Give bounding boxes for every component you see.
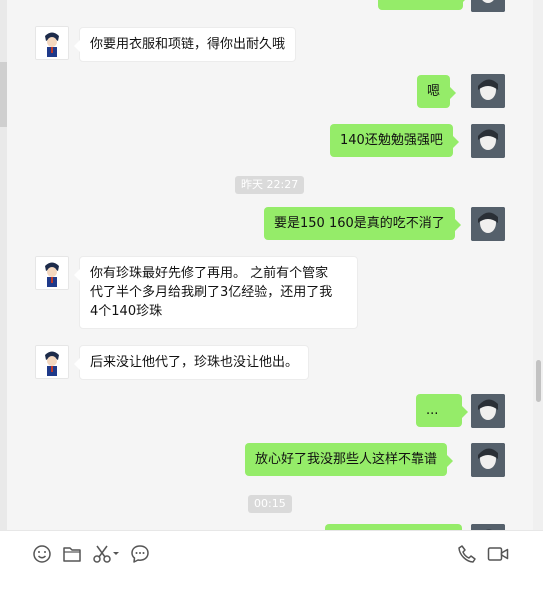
- scrollbar-thumb[interactable]: [536, 360, 541, 402]
- chat-scrollbar[interactable]: [533, 0, 543, 530]
- avatar-self[interactable]: [471, 124, 505, 158]
- scissors-icon[interactable]: [92, 543, 122, 565]
- chat-bubble-icon[interactable]: [128, 543, 152, 565]
- input-toolbar: [0, 530, 543, 591]
- message-line: 4个140珍珠: [90, 304, 163, 319]
- timestamp: 00:15: [248, 495, 292, 513]
- chat-bubble-self[interactable]: ...: [416, 394, 468, 427]
- message-line: 代了半个多月给我刷了3亿经验，还用了我: [90, 285, 333, 300]
- folder-icon[interactable]: [60, 543, 84, 565]
- chat-message-area: 你要用衣服和项链，得你出耐久哦 嗯 140还勉勉强强吧 昨天 22:27 要是1…: [0, 0, 533, 530]
- message-line: 你有珍珠最好先修了再用。 之前有个管家: [90, 266, 329, 281]
- timestamp: 昨天 22:27: [235, 176, 305, 194]
- video-icon[interactable]: [486, 543, 510, 565]
- avatar-contact[interactable]: [35, 345, 69, 379]
- avatar-self[interactable]: [471, 207, 505, 241]
- chat-bubble-self[interactable]: [378, 0, 469, 10]
- avatar-self[interactable]: [471, 0, 505, 12]
- chat-bubble-self[interactable]: 嗯: [417, 75, 457, 108]
- avatar-contact[interactable]: [35, 256, 69, 290]
- chat-bubble-contact[interactable]: 你要用衣服和项链，得你出耐久哦: [73, 27, 297, 62]
- chat-bubble-contact[interactable]: 后来没让他代了，珍珠也没让他出。: [73, 345, 310, 380]
- avatar-self[interactable]: [471, 443, 505, 477]
- avatar-contact[interactable]: [35, 26, 69, 60]
- avatar-self[interactable]: [471, 74, 505, 108]
- avatar-self[interactable]: [471, 394, 505, 428]
- emoji-icon[interactable]: [30, 543, 54, 565]
- chat-bubble-self[interactable]: 140还勉勉强强吧: [330, 124, 459, 157]
- chat-bubble-contact[interactable]: 你有珍珠最好先修了再用。 之前有个管家 代了半个多月给我刷了3亿经验，还用了我 …: [74, 256, 358, 329]
- phone-icon[interactable]: [455, 543, 479, 565]
- chat-bubble-self[interactable]: 要是150 160是真的吃不消了: [264, 207, 461, 240]
- chat-bubble-self[interactable]: 放心好了我没那些人这样不靠谱: [245, 443, 454, 476]
